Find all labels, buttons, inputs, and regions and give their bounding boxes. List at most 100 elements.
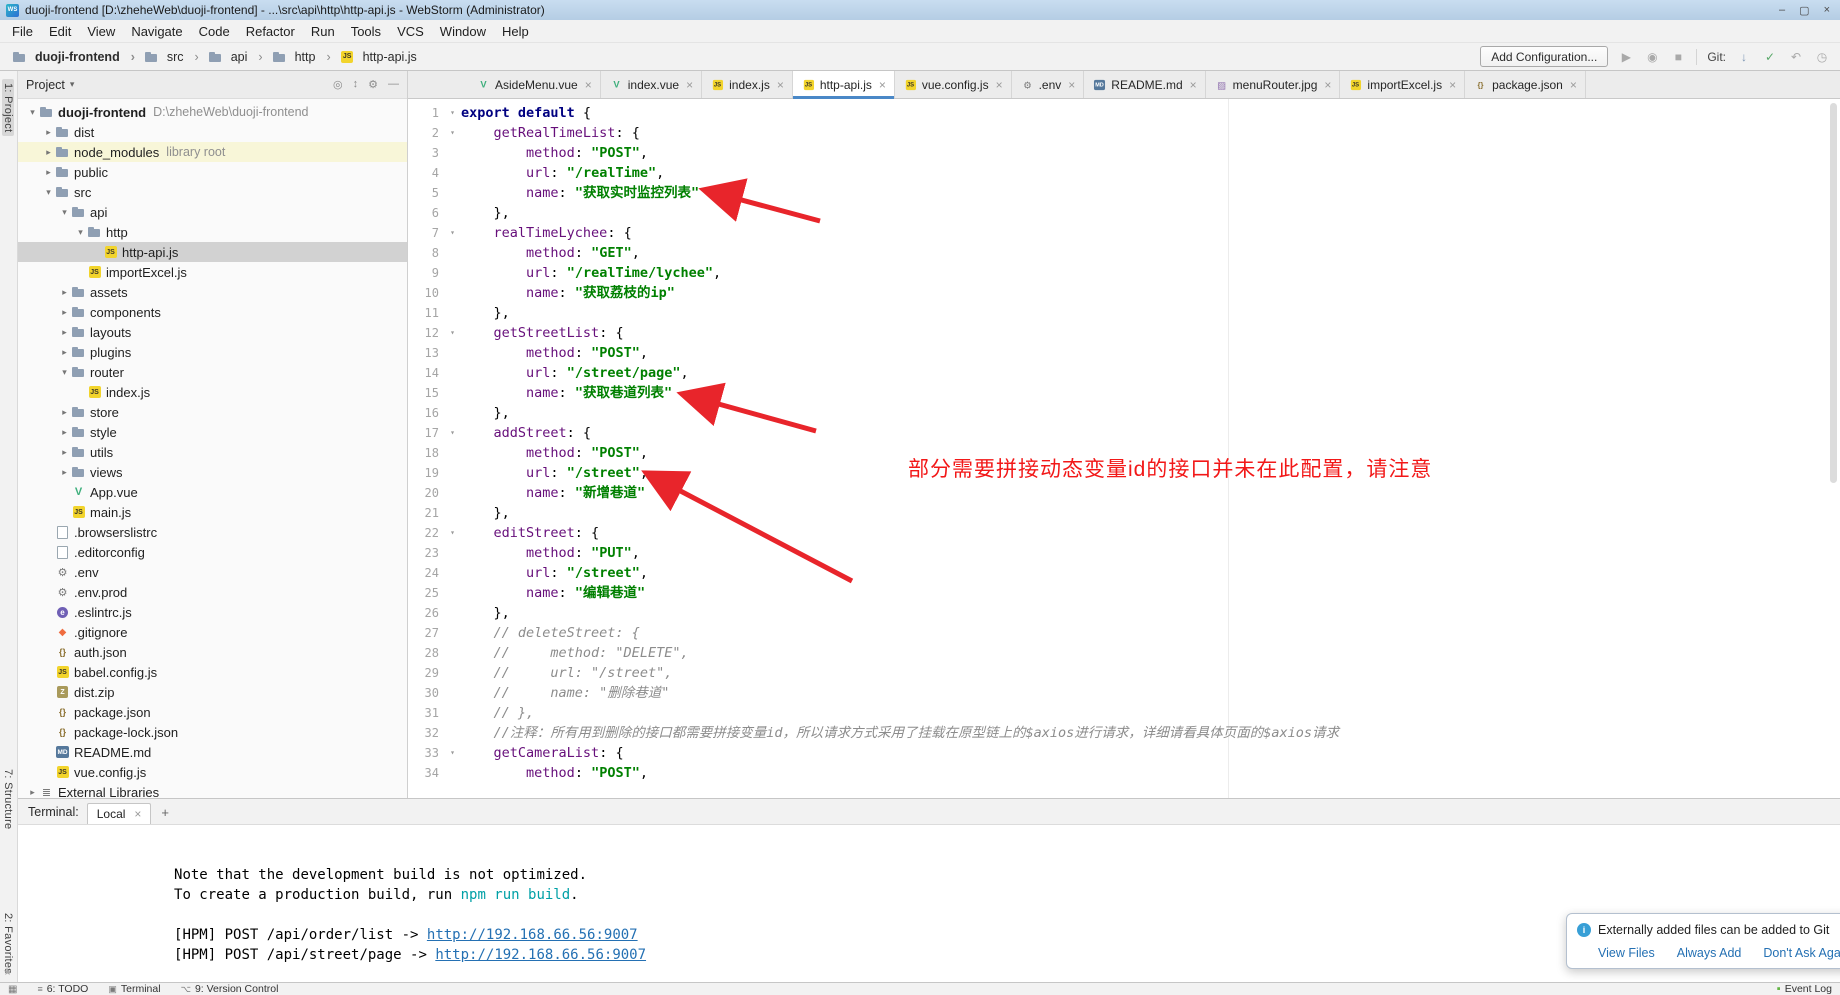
code-editor[interactable]: 1 export default { 2 getRealTimeList: { [408,99,1840,798]
tree-item[interactable]: dist.zip [18,682,407,702]
project-panel-title[interactable]: Project [26,78,65,92]
close-tab-icon[interactable] [879,78,886,92]
tree-item[interactable]: public [18,162,407,182]
editor-tab[interactable]: package.json [1465,71,1586,98]
tool-button-project[interactable]: 1: Project [2,79,14,136]
editor-scrollbar[interactable] [1830,101,1839,796]
editor-tab[interactable]: menuRouter.jpg [1206,71,1341,98]
new-terminal-session-icon[interactable] [159,805,173,824]
editor-tab[interactable]: importExcel.js [1340,71,1465,98]
fold-marker-icon[interactable] [444,123,461,143]
close-terminal-tab-icon[interactable] [134,807,141,821]
menu-item[interactable]: Code [191,21,238,42]
maximize-button[interactable]: ▢ [1799,4,1809,17]
tree-item[interactable]: package-lock.json [18,722,407,742]
expand-arrow-icon[interactable] [42,187,55,198]
status-bar-tool-button[interactable]: 6: TODO [37,983,88,995]
menu-item[interactable]: Help [494,21,537,42]
fold-marker-icon[interactable] [444,743,461,763]
editor-tab[interactable]: http-api.js [793,71,895,98]
breadcrumb-item[interactable]: api [206,48,270,66]
breadcrumb-item[interactable]: src [142,48,206,66]
close-tab-icon[interactable] [1449,78,1456,92]
tree-item[interactable]: http-api.js [18,242,407,262]
expand-arrow-icon[interactable] [58,367,71,378]
tree-item[interactable]: src [18,182,407,202]
tool-button-structure[interactable]: 7: Structure [2,769,14,829]
tool-button-favorites[interactable]: 2: Favorites [2,913,14,974]
locate-file-icon[interactable] [333,78,343,91]
expand-arrow-icon[interactable] [26,107,39,118]
close-tab-icon[interactable] [1190,78,1197,92]
fold-marker-icon[interactable] [444,223,461,243]
expand-arrow-icon[interactable] [58,327,71,338]
status-bar-tool-button[interactable]: Terminal [108,983,160,995]
close-tab-icon[interactable] [996,78,1003,92]
minimize-button[interactable]: – [1779,4,1785,17]
tree-item[interactable]: .gitignore [18,622,407,642]
project-view-dropdown-icon[interactable]: ▾ [70,79,75,90]
tree-item[interactable]: importExcel.js [18,262,407,282]
favorites-star-icon[interactable]: ★ [3,967,12,978]
stop-icon[interactable] [1670,50,1686,64]
notification-action-link[interactable]: Don't Ask Again [1763,946,1840,960]
close-tab-icon[interactable] [585,78,592,92]
panel-settings-icon[interactable] [368,78,378,91]
close-tab-icon[interactable] [1570,78,1577,92]
editor-tab[interactable]: AsideMenu.vue [468,71,601,98]
editor-tab[interactable]: index.vue [601,71,702,98]
fold-marker-icon[interactable] [444,423,461,443]
add-configuration-button[interactable]: Add Configuration... [1480,46,1608,67]
breadcrumb-item[interactable]: http [270,48,338,66]
tree-item[interactable]: .browserslistrc [18,522,407,542]
history-icon[interactable] [1814,50,1830,64]
tool-window-switcher-icon[interactable] [8,983,17,995]
tree-item[interactable]: package.json [18,702,407,722]
collapse-all-icon[interactable] [353,78,359,91]
close-tab-icon[interactable] [686,78,693,92]
expand-arrow-icon[interactable] [42,127,55,138]
editor-tab[interactable]: .env [1012,71,1085,98]
editor-tab[interactable]: vue.config.js [895,71,1012,98]
tree-item[interactable]: duoji-frontend D:\zheheWeb\duoji-fronten… [18,102,407,122]
tree-item[interactable]: .eslintrc.js [18,602,407,622]
status-bar-tool-button[interactable]: 9: Version Control [181,983,279,995]
tree-item[interactable]: api [18,202,407,222]
tree-item[interactable]: README.md [18,742,407,762]
tree-item[interactable]: .env.prod [18,582,407,602]
tree-item[interactable]: node_modules library root [18,142,407,162]
expand-arrow-icon[interactable] [58,307,71,318]
run-icon[interactable] [1618,50,1634,64]
tree-item[interactable]: index.js [18,382,407,402]
tree-item[interactable]: main.js [18,502,407,522]
menu-item[interactable]: File [4,21,41,42]
fold-marker-icon[interactable] [444,103,461,123]
fold-marker-icon[interactable] [444,523,461,543]
tree-item[interactable]: http [18,222,407,242]
tree-item[interactable]: router [18,362,407,382]
menu-item[interactable]: Window [432,21,494,42]
tree-item[interactable]: views [18,462,407,482]
menu-item[interactable]: Edit [41,21,79,42]
hide-panel-icon[interactable] [388,78,399,91]
notification-action-link[interactable]: Always Add [1677,946,1742,960]
menu-item[interactable]: VCS [389,21,432,42]
fold-marker-icon[interactable] [444,323,461,343]
tree-item[interactable]: utils [18,442,407,462]
close-tab-icon[interactable] [1068,78,1075,92]
tree-item[interactable]: components [18,302,407,322]
expand-arrow-icon[interactable] [26,787,39,798]
expand-arrow-icon[interactable] [58,287,71,298]
tree-item[interactable]: External Libraries [18,782,407,798]
expand-arrow-icon[interactable] [58,427,71,438]
tree-item[interactable]: style [18,422,407,442]
menu-item[interactable]: Navigate [123,21,190,42]
expand-arrow-icon[interactable] [58,407,71,418]
git-update-icon[interactable] [1736,50,1752,64]
tree-item[interactable]: babel.config.js [18,662,407,682]
debug-icon[interactable] [1644,50,1660,64]
tree-item[interactable]: auth.json [18,642,407,662]
breadcrumb-item[interactable]: duoji-frontend [10,48,142,66]
tree-item[interactable]: store [18,402,407,422]
tree-item[interactable]: dist [18,122,407,142]
